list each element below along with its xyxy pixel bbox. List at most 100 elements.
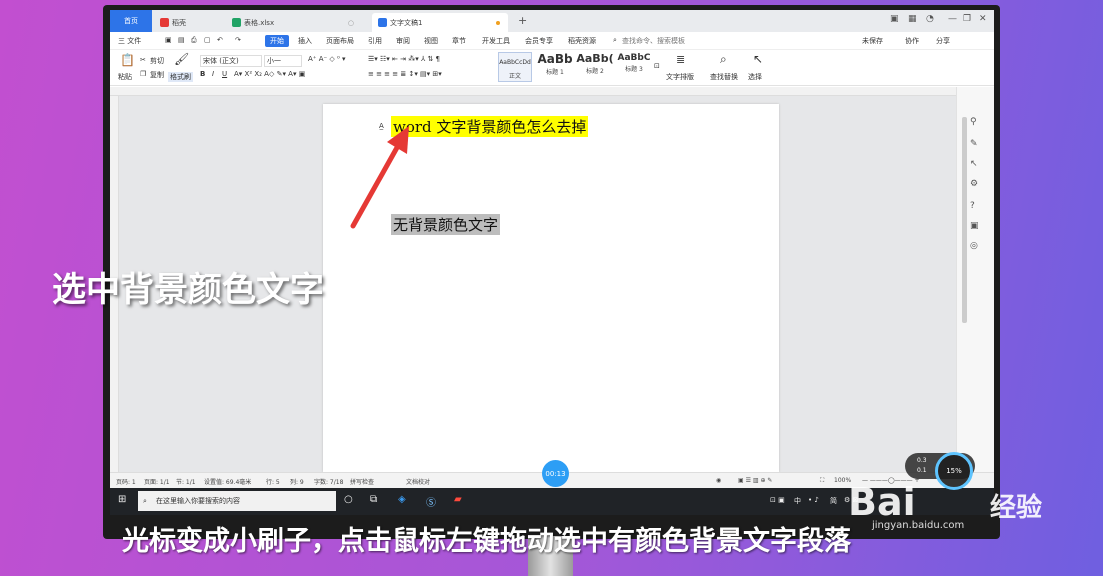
close-icon[interactable]: ○ [348,19,354,27]
windows-start-icon[interactable]: ⊞ [118,494,126,505]
document-page[interactable]: A̲ word 文字背景颜色怎么去掉 无背景颜色文字 [323,104,779,472]
vertical-scrollbar[interactable] [962,117,967,323]
redo-icon[interactable]: ↷ [235,36,241,44]
menu-layout[interactable]: 页面布局 [326,36,354,46]
video-subtitle: 光标变成小刷子，点击鼠标左键拖动选中有颜色背景文字段落 [122,526,851,557]
new-tab-button[interactable]: + [518,14,527,27]
grow-font-icon[interactable]: A⁺ A⁻ ◇ ⁰ ▾ [308,55,346,63]
highlighted-text-line[interactable]: word 文字背景颜色怎么去掉 [391,116,589,137]
text-layout-button[interactable]: 文字排版 [666,72,694,82]
sogou-icon[interactable]: Ⓢ [426,494,436,509]
proofread-button[interactable]: 文档校对 [406,477,430,486]
open-icon[interactable]: ▤ [178,36,185,44]
tab-spreadsheet-label: 表格.xlsx [244,18,275,27]
share-button[interactable]: 分享 [936,36,950,46]
menu-member[interactable]: 会员专享 [525,36,553,46]
location-icon[interactable]: ◎ [970,241,978,251]
cortana-icon[interactable]: ○ [344,494,353,505]
menu-chapter[interactable]: 章节 [452,36,466,46]
menu-view[interactable]: 视图 [424,36,438,46]
tray-simp[interactable]: 简 [830,496,837,506]
avatar[interactable]: ◔ [926,14,934,24]
tab-daoke[interactable]: 稻壳 [154,13,224,32]
fit-icon[interactable]: ⛶ [820,477,824,485]
style-heading3[interactable]: AaBbC 标题 3 [616,52,652,82]
font-name-select[interactable]: 宋体 (正文) [200,55,262,67]
status-words[interactable]: 字数: 7/18 [314,477,343,486]
view-modes-icon[interactable]: ▣ ☰ ▥ ⊕ ✎ [738,477,772,484]
search-icon: ⌕ [613,36,617,44]
font-size-select[interactable]: 小一 [264,55,302,67]
italic-icon[interactable]: I [212,70,214,78]
underline-icon[interactable]: U [222,70,227,78]
taskbar-search-input[interactable]: ⌕ 在这里输入你要搜索的内容 [138,491,336,511]
tab-home[interactable]: 首页 [110,10,152,32]
baidu-watermark: Bai [848,480,916,524]
cut-icon[interactable]: ✂ [140,56,146,64]
text-layout-icon[interactable]: ≣ [676,53,685,66]
command-search-input[interactable]: 查找命令、搜索模板 [622,36,685,46]
menu-references[interactable]: 引用 [368,36,382,46]
layout-icon[interactable]: ▣ [890,14,899,24]
format-painter-button[interactable]: 格式刷 [168,72,193,82]
find-replace-button[interactable]: 查找替换 [710,72,738,82]
copy-button[interactable]: 复制 [150,70,164,80]
cut-button[interactable]: 剪切 [150,56,164,66]
edge-icon[interactable]: ◈ [398,494,406,505]
select-icon[interactable]: ↖ [753,52,763,66]
collaborate-button[interactable]: 协作 [905,36,919,46]
pointer-icon[interactable]: ↖ [970,159,978,169]
recording-timer[interactable]: 00:13 [542,460,569,487]
menu-developer[interactable]: 开发工具 [482,36,510,46]
tab-home-label: 首页 [124,17,138,25]
ribbon: 📋 粘贴 ✂ 剪切 ❐ 复制 🖌 格式刷 宋体 (正文) 小一 A⁺ A⁻ ◇ … [110,50,994,86]
undo-icon[interactable]: ↶ [217,36,223,44]
paste-button[interactable]: 粘贴 [118,72,132,82]
find-replace-icon[interactable]: ⌕ [720,52,727,67]
pen-icon[interactable]: ✎ [970,139,978,149]
format-painter-icon[interactable]: 🖌 [174,52,189,66]
preview-icon[interactable]: ▢ [204,36,211,44]
wps-icon[interactable]: ▰ [454,494,462,505]
style-heading2[interactable]: AaBb( 标题 2 [576,52,614,82]
tray-icons[interactable]: ⊡ ▣ [770,496,785,504]
tab-document[interactable]: 文字文稿1 [372,13,508,32]
eye-icon[interactable]: ◉ [716,477,721,484]
task-view-icon[interactable]: ⧉ [370,494,377,505]
grid-icon[interactable]: ▦ [908,14,917,24]
menu-file[interactable]: 三 文件 [118,36,141,46]
unsaved-button[interactable]: 未保存 [862,36,883,46]
list-icon[interactable]: ☰▾ ☷▾ ⇤ ⇥ ⁂▾ ⅄ ⇅ ¶ [368,55,440,63]
save-icon[interactable]: ▣ [165,36,172,44]
bold-icon[interactable]: B [200,70,205,78]
select-button[interactable]: 选择 [748,72,762,82]
menu-insert[interactable]: 插入 [298,36,312,46]
status-row: 行: 5 [266,479,280,486]
settings-icon[interactable]: ⚙ [970,179,978,189]
style-normal[interactable]: AaBbCcDd 正文 [498,52,532,82]
print-icon[interactable]: ⎙ [191,36,197,45]
text-effects-icon[interactable]: A▾ X² X₂ A◇ ✎▾ A▾ ▣ [234,70,305,78]
minimize-icon[interactable]: — [948,14,957,24]
tray-ime[interactable]: 中 [794,496,801,506]
image-icon[interactable]: ▣ [970,221,979,231]
style-pane-icon[interactable]: ⚲ [970,117,977,127]
menu-review[interactable]: 审阅 [396,36,410,46]
performance-gauge: 15% [935,452,973,490]
restore-icon[interactable]: ❐ [963,14,971,24]
help-icon[interactable]: ? [970,201,975,211]
tab-spreadsheet[interactable]: 表格.xlsx ○ [226,13,360,32]
styles-more-icon[interactable]: ⊡ [654,62,660,70]
menu-resources[interactable]: 稻壳资源 [568,36,596,46]
tab-daoke-label: 稻壳 [172,18,186,27]
paste-icon[interactable]: 📋 [120,53,135,67]
tray-punct-icon[interactable]: • ♪ [808,496,819,504]
align-icon[interactable]: ≡ ≡ ≡ ≡ ≣ ↕▾ ▤▾ ⊞▾ [368,70,442,78]
spell-check-button[interactable]: 拼写检查 [350,477,374,486]
status-page: 页码: 1 [116,479,136,486]
window-close-icon[interactable]: ✕ [979,14,987,24]
horizontal-ruler[interactable] [110,87,956,96]
menu-home[interactable]: 开始 [265,35,289,47]
copy-icon[interactable]: ❐ [140,70,146,78]
style-heading1[interactable]: AaBb 标题 1 [536,52,574,82]
